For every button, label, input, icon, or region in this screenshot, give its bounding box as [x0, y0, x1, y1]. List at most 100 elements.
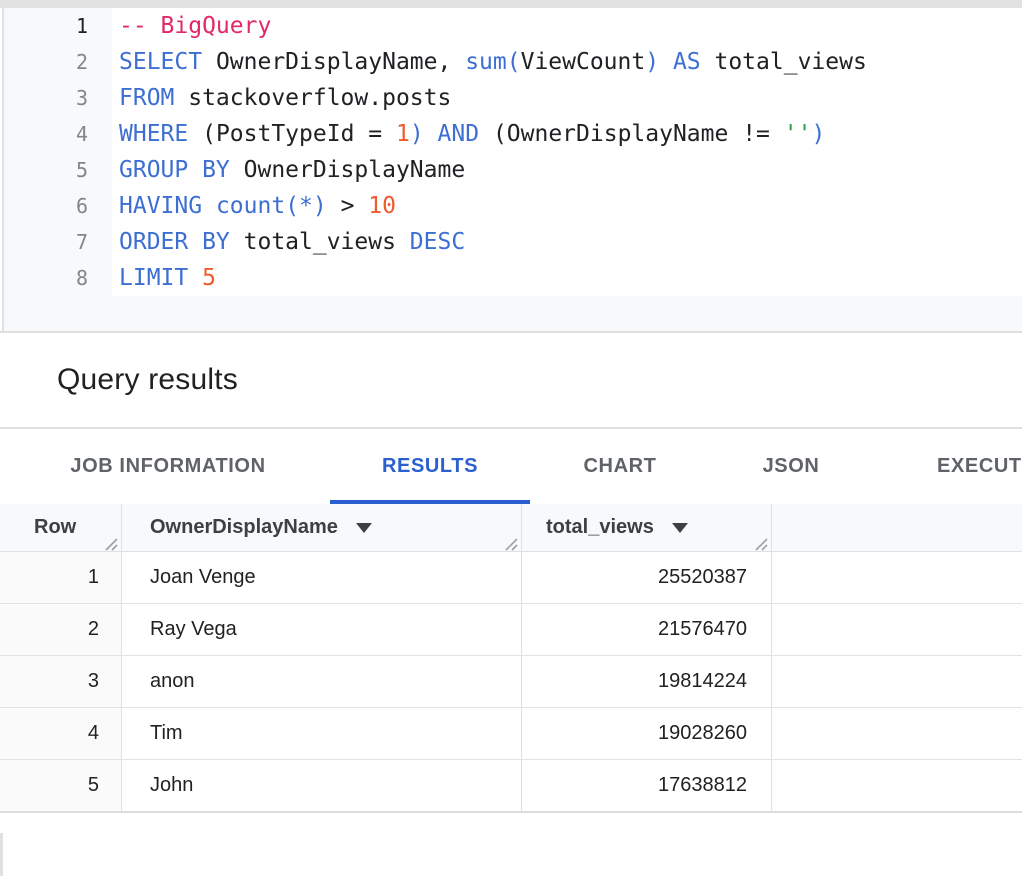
row-number-cell: 1 [0, 552, 122, 603]
results-table-header: Row OwnerDisplayName total_views [0, 504, 1022, 552]
table-row: 5John17638812 [0, 760, 1022, 813]
tab-label: JSON [763, 455, 820, 478]
tab-results[interactable]: RESULTS [330, 429, 530, 504]
code-token: AND [438, 121, 480, 147]
code-token: WHERE [119, 121, 188, 147]
line-number: 7 [4, 224, 112, 260]
code-token: OwnerDisplayName [230, 157, 465, 183]
code-token [424, 121, 438, 147]
column-resize-handle[interactable] [503, 534, 518, 549]
sort-dropdown-icon[interactable] [672, 523, 688, 533]
owner-name-cell: Joan Venge [122, 552, 522, 603]
line-number: 8 [4, 260, 112, 296]
code-token: 10 [368, 193, 396, 219]
code-token: DESC [410, 229, 465, 255]
code-line: 3FROM stackoverflow.posts [4, 80, 1022, 116]
code-text: FROM stackoverflow.posts [112, 80, 451, 116]
owner-name-cell: Tim [122, 708, 522, 759]
results-tab-bar: JOB INFORMATION RESULTS CHART JSON EXECUTION… [0, 429, 1022, 504]
code-token: FROM [119, 85, 174, 111]
tab-execution-details[interactable]: EXECUTION DETAILS [897, 429, 1022, 504]
code-token: OwnerDisplayName, [202, 49, 465, 75]
panel-edge [0, 833, 3, 876]
row-number-cell: 5 [0, 760, 122, 811]
code-token: ) [645, 49, 659, 75]
code-text: HAVING count(*) > 10 [112, 188, 396, 224]
table-row: 1Joan Venge25520387 [0, 552, 1022, 604]
code-token: 1 [396, 121, 410, 147]
total-views-cell: 21576470 [522, 604, 772, 655]
code-token: > [327, 193, 369, 219]
code-token [188, 265, 202, 291]
bottom-spacer [0, 813, 1022, 883]
code-token: (PostTypeId = [188, 121, 396, 147]
code-token: ) [811, 121, 825, 147]
total-views-cell: 19814224 [522, 656, 772, 707]
tab-json[interactable]: JSON [715, 429, 867, 504]
code-token: ) [410, 121, 424, 147]
window-top-strip [0, 0, 1022, 8]
line-number: 4 [4, 116, 112, 152]
column-resize-handle[interactable] [103, 534, 118, 549]
query-results-header: Query results [0, 333, 1022, 427]
table-row: 2Ray Vega21576470 [0, 604, 1022, 656]
code-token: 5 [202, 265, 216, 291]
code-token: count(*) [216, 193, 327, 219]
owner-name-cell: Ray Vega [122, 604, 522, 655]
line-number: 2 [4, 44, 112, 80]
owner-name-cell: anon [122, 656, 522, 707]
line-number: 1 [4, 8, 112, 44]
table-row: 4Tim19028260 [0, 708, 1022, 760]
line-number: 5 [4, 152, 112, 188]
row-filler [772, 604, 1022, 655]
table-row: 3anon19814224 [0, 656, 1022, 708]
column-resize-handle[interactable] [753, 534, 768, 549]
code-line: 8LIMIT 5 [4, 260, 1022, 296]
code-line: 7ORDER BY total_views DESC [4, 224, 1022, 260]
code-token: total_views [701, 49, 867, 75]
row-number-cell: 3 [0, 656, 122, 707]
code-line: 6HAVING count(*) > 10 [4, 188, 1022, 224]
table-header-filler [772, 504, 1022, 551]
total-views-cell: 19028260 [522, 708, 772, 759]
query-results-title: Query results [57, 363, 238, 397]
row-column-label: Row [34, 516, 76, 539]
code-token: (OwnerDisplayName != [479, 121, 784, 147]
code-token: -- BigQuery [119, 13, 271, 39]
row-column-header: Row [0, 504, 122, 551]
code-text: LIMIT 5 [112, 260, 216, 296]
code-text: SELECT OwnerDisplayName, sum(ViewCount) … [112, 44, 867, 80]
column-header-total-views[interactable]: total_views [522, 504, 772, 551]
total-views-cell: 17638812 [522, 760, 772, 811]
tab-chart[interactable]: CHART [555, 429, 685, 504]
code-lines: 1 -- BigQuery 2SELECT OwnerDisplayName, su… [4, 8, 1022, 296]
line-number: 3 [4, 80, 112, 116]
code-token: HAVING [119, 193, 202, 219]
code-token: ORDER BY [119, 229, 230, 255]
line-number: 6 [4, 188, 112, 224]
column-header-ownerdisplayname[interactable]: OwnerDisplayName [122, 504, 522, 551]
code-line: 1 -- BigQuery [4, 8, 1022, 44]
sql-editor[interactable]: 1 -- BigQuery 2SELECT OwnerDisplayName, su… [2, 8, 1022, 331]
code-token: LIMIT [119, 265, 188, 291]
tab-label: JOB INFORMATION [70, 455, 265, 478]
code-token: stackoverflow.posts [174, 85, 451, 111]
code-text: -- BigQuery [112, 8, 271, 44]
editor-horizontal-scrollbar[interactable] [4, 296, 1022, 331]
tab-label: CHART [584, 455, 657, 478]
code-text: ORDER BY total_views DESC [112, 224, 465, 260]
code-text: GROUP BY OwnerDisplayName [112, 152, 465, 188]
code-line: 4WHERE (PostTypeId = 1) AND (OwnerDispla… [4, 116, 1022, 152]
code-token: AS [673, 49, 701, 75]
tab-job-information[interactable]: JOB INFORMATION [36, 429, 300, 504]
owner-name-cell: John [122, 760, 522, 811]
code-text: WHERE (PostTypeId = 1) AND (OwnerDisplay… [112, 116, 825, 152]
sort-dropdown-icon[interactable] [356, 523, 372, 533]
code-line: 5GROUP BY OwnerDisplayName [4, 152, 1022, 188]
code-token [202, 193, 216, 219]
column-label: OwnerDisplayName [150, 516, 338, 539]
row-filler [772, 760, 1022, 811]
code-token: total_views [230, 229, 410, 255]
tab-label: RESULTS [382, 455, 478, 478]
row-number-cell: 2 [0, 604, 122, 655]
